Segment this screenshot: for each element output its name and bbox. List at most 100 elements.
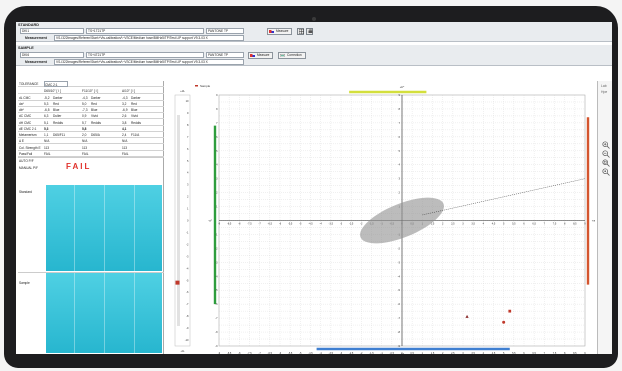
right-label-hpe: Hpe xyxy=(601,90,608,94)
x-tick-label-bottom: 7,5 xyxy=(553,352,557,354)
sample-measurement-path[interactable]: VS-I322Images/Referen\Stan\+Vts-calibrat… xyxy=(54,59,244,65)
x-tick-label-bottom: 2,5 xyxy=(451,352,455,354)
table-cell: 6,3 xyxy=(44,114,49,119)
table-cell: FAIL xyxy=(44,151,51,156)
x-tick-label-bottom: 8,5 xyxy=(573,352,577,354)
table-cell: 3,2 xyxy=(122,101,127,106)
sample-pantone-field[interactable]: PANTONE TP xyxy=(206,52,244,58)
row-label: dE CMC 2:1 xyxy=(19,126,37,131)
x-tick-label: 8,5 xyxy=(573,223,577,226)
x-tick-label-bottom: -2,5 xyxy=(349,352,354,354)
color-difference-plot[interactable]: 10 9 8 7 6 5 4 3 2 1 0 -1 -2 -3 -4 -5 -6 -7 -8 -9 -10 +dL -dL S… xyxy=(165,81,597,354)
x-tick-label-bottom: 8 xyxy=(564,352,566,354)
correction-icon xyxy=(280,53,285,57)
x-tick-label-bottom: 1,5 xyxy=(431,352,435,354)
x-tick-label-bottom: -6,5 xyxy=(268,352,273,354)
fail-result-text: FAIL xyxy=(66,162,92,171)
standard-swatch-label: Standard xyxy=(19,190,32,194)
x-tick-label-bottom: -4 xyxy=(320,352,323,354)
x-tick-label-bottom: -2 xyxy=(360,352,363,354)
y-tick-label-left: 4 xyxy=(216,164,218,167)
y-tick-label-left: 5 xyxy=(216,150,218,153)
standard-code-field[interactable]: TS+1T21TP xyxy=(86,28,204,34)
app-screen: STANDARD DKI1 TS+1T21TP PANTONE TP Measu… xyxy=(16,22,612,354)
row-label: dH CMC xyxy=(19,120,32,125)
y-tick-label-left: 8 xyxy=(216,108,218,111)
x-tick-label-bottom: 5,5 xyxy=(512,352,516,354)
zoom-out-icon[interactable] xyxy=(602,150,610,158)
correction-label: Correction xyxy=(287,52,302,57)
table-cell: Darker xyxy=(91,95,101,100)
standard-measurement-path[interactable]: VS-I322Images/Referen\Stan\+Vts-calibrat… xyxy=(54,34,244,41)
sample-measure-button[interactable]: Measure xyxy=(248,51,273,59)
x-tick-label-bottom: 3,5 xyxy=(471,352,475,354)
x-tick-label-bottom: -8,5 xyxy=(227,352,232,354)
lightness-tick-label: -10 xyxy=(185,338,189,342)
standard-name-field[interactable]: DKI1 xyxy=(20,28,84,34)
table-cell: Red xyxy=(91,101,97,106)
x-tick-label-bottom: -9 xyxy=(218,352,221,354)
x-tick-label-bottom: -5,5 xyxy=(288,352,293,354)
zoom-in-icon[interactable] xyxy=(602,141,610,149)
manual-pf-label: MANUAL P/F xyxy=(19,166,39,170)
standard-grid-button[interactable] xyxy=(297,27,304,35)
row-label: Col. Strength E xyxy=(19,145,41,150)
x-tick-label-bottom: -7 xyxy=(259,352,262,354)
tolerance-select[interactable]: CMC 2:1 xyxy=(44,81,68,87)
x-tick-label: -5,5 xyxy=(288,223,293,226)
standard-section: STANDARD DKI1 TS+1T21TP PANTONE TP Measu… xyxy=(16,22,612,42)
table-row: dH CMC 5,1 Reddis 5,7 Reddis 3,8 Reddis xyxy=(18,120,164,126)
sample-name-field[interactable]: DKI6 xyxy=(20,52,84,58)
x-tick-label: -6,5 xyxy=(268,223,273,226)
x-tick-label-bottom: -6 xyxy=(279,352,282,354)
y-tick-label-left: -2 xyxy=(215,247,218,250)
table-cell: 1,1 xyxy=(44,133,49,137)
y-tick-label-left: -8 xyxy=(215,331,218,334)
y-tick-label-left: 3 xyxy=(216,178,218,181)
x-tick-label-bottom: 6 xyxy=(523,352,525,354)
standard-pantone-field[interactable]: PANTONE TP xyxy=(206,28,244,34)
plot-svg: 109876543210-1-2-3-4-5-6-7-8-9-10+dL-dLS… xyxy=(174,84,597,354)
y-tick-label-left: 7 xyxy=(216,122,218,125)
table-cell: -7,3 xyxy=(82,108,88,112)
x-tick-label-bottom: 4 xyxy=(483,352,485,354)
table-cell: N/A xyxy=(44,139,50,144)
zoom-reset-icon[interactable] xyxy=(602,168,610,176)
standard-print-button[interactable] xyxy=(306,27,313,35)
table-cell: 113 xyxy=(122,145,128,150)
row-label: db* xyxy=(19,108,24,112)
table-cell: 2,6 xyxy=(122,114,127,119)
x-tick-label-bottom: 7 xyxy=(544,352,546,354)
table-row: Metamerism 1,1 D65/F11 2,0 D65/A 2,4 F11/A xyxy=(18,132,164,139)
x-tick-label-bottom: -5 xyxy=(299,352,302,354)
sample-code-field[interactable]: TS+4T21TP xyxy=(86,52,204,58)
x-tick-label-bottom: -4,5 xyxy=(308,352,313,354)
correction-button[interactable]: Correction xyxy=(278,51,306,59)
x-tick-label: 7,5 xyxy=(553,223,557,226)
x-tick-label: 5,5 xyxy=(512,223,516,226)
x-tick-label: 2,5 xyxy=(451,223,455,226)
x-tick-label: -4,5 xyxy=(308,223,313,226)
x-tick-label-bottom: -1,5 xyxy=(369,352,374,354)
standard-measure-button[interactable]: Measure xyxy=(267,27,292,35)
standard-measure-label: Measure xyxy=(276,28,289,33)
results-panel: TOLERANCE CMC 2:1 dL CMC -5,2 Darker -4,3 Da… xyxy=(18,81,164,354)
y-tick-label-left: -9 xyxy=(215,345,218,348)
sample-point-d65 xyxy=(507,309,512,313)
x-tick-label-bottom: 0,5 xyxy=(410,352,414,354)
x-tick-label-bottom: -3,5 xyxy=(329,352,334,354)
x-tick-label-bottom: 1 xyxy=(422,352,424,354)
table-cell: 5,3 xyxy=(44,126,49,131)
x-tick-label: -2,5 xyxy=(349,223,354,226)
right-panel: Lab Hpe xyxy=(597,81,612,354)
row-label: da* xyxy=(19,101,24,106)
auto-pf-label: AUTO P/F xyxy=(19,159,34,163)
table-row: db* -6,5 Blue -7,3 Blue -6,9 Blue xyxy=(18,107,164,114)
table-cell: Blue xyxy=(131,108,138,112)
y-tick-label-left: -7 xyxy=(215,317,218,320)
table-cell: 5,7 xyxy=(82,120,87,125)
x-tick-label-bottom: -8 xyxy=(238,352,241,354)
zoom-fit-icon[interactable] xyxy=(602,159,610,167)
x-tick-label: 4,5 xyxy=(492,223,496,226)
x-tick-label: -8,5 xyxy=(227,223,232,226)
